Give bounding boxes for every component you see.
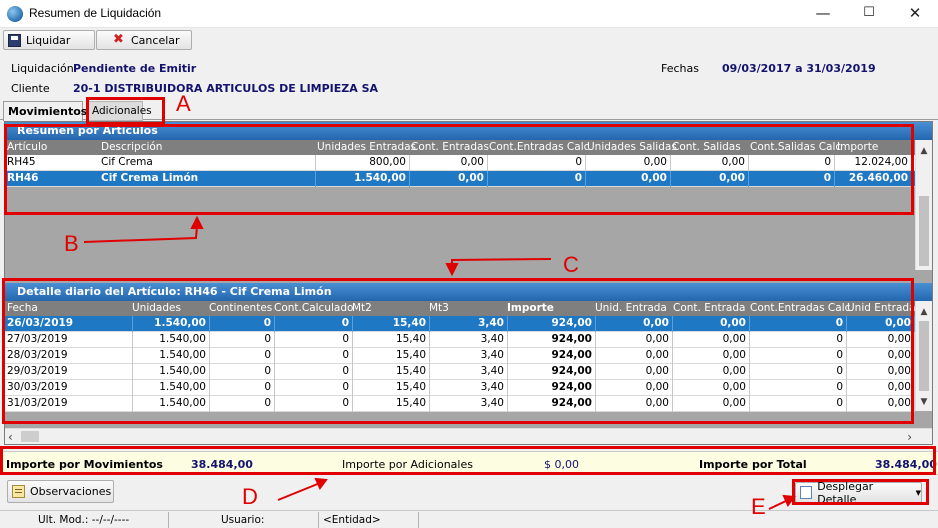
arrow-b [83,225,198,243]
arrow-e-head [782,494,796,507]
arrow-c [451,258,552,266]
arrow-c-head [445,263,459,277]
arrow-d-head [314,477,328,490]
window: Resumen de Liquidación — ☐ ✕ Liquidar ✖ … [0,0,938,528]
arrow-e [768,499,789,510]
arrow-b-head [190,215,204,229]
arrow-d [277,482,321,501]
annotation-arrows [83,215,796,510]
